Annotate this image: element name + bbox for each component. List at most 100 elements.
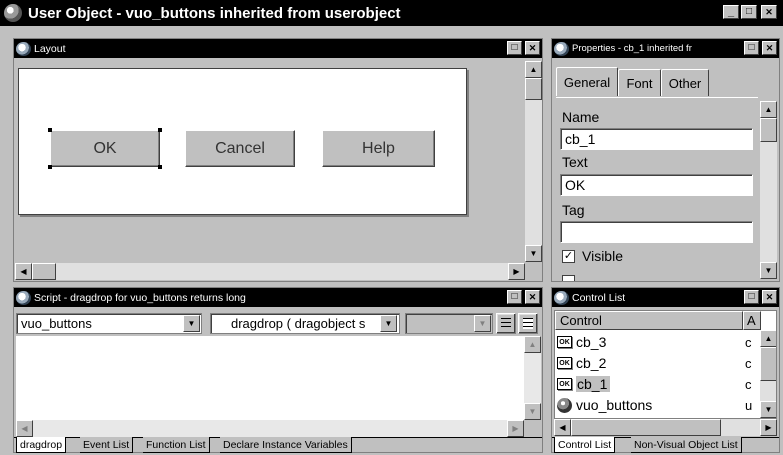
script-vertical-scrollbar[interactable]: ▲ ▼: [524, 336, 541, 420]
properties-vertical-scrollbar[interactable]: ▲ ▼: [760, 101, 777, 279]
scroll-down-arrow-icon[interactable]: ▼: [760, 401, 776, 418]
control-list-pane-icon: [554, 290, 569, 305]
control-list-title: Control List: [572, 291, 626, 304]
cancel-button[interactable]: Cancel: [185, 130, 295, 167]
scroll-thumb[interactable]: [32, 263, 56, 280]
list-item[interactable]: vuo_buttons u: [557, 395, 761, 415]
layout-title-bar: Layout □ ✕: [14, 39, 542, 58]
tab-control-list[interactable]: Control List: [554, 437, 616, 453]
scroll-up-arrow-icon[interactable]: ▲: [525, 61, 542, 78]
script-horizontal-scrollbar[interactable]: ◀ ▶: [16, 420, 524, 437]
scroll-thumb[interactable]: [571, 419, 721, 436]
tab-non-visual-object-list[interactable]: Non-Visual Object List: [631, 437, 742, 453]
visible-label: Visible: [582, 248, 623, 264]
paste-list-icon[interactable]: [496, 313, 516, 334]
event-select-chevron-down-icon[interactable]: ▼: [380, 315, 397, 332]
visible-checkbox[interactable]: ✓: [562, 250, 575, 263]
ok-button-icon: OK: [557, 378, 572, 390]
tag-label: Tag: [562, 202, 585, 218]
scroll-down-arrow-icon: ▼: [524, 403, 541, 420]
object-select[interactable]: vuo_buttons: [16, 313, 202, 334]
script-close-button[interactable]: ✕: [525, 290, 540, 304]
script-tab-strip: dragdrop Event List Function List Declar…: [14, 437, 542, 453]
ok-button-icon: OK: [557, 357, 572, 369]
app-icon: [4, 4, 22, 22]
tag-field[interactable]: [560, 221, 753, 243]
scroll-up-arrow-icon[interactable]: ▲: [760, 101, 777, 118]
control-list-horizontal-scrollbar[interactable]: ◀ ▶: [554, 419, 777, 436]
event-select[interactable]: dragdrop ( dragobject s: [210, 313, 400, 334]
layout-close-button[interactable]: ✕: [525, 41, 540, 55]
column-header-control[interactable]: Control: [555, 311, 743, 330]
minimize-button[interactable]: _: [723, 5, 739, 19]
text-field[interactable]: OK: [560, 174, 753, 196]
ok-button-icon: OK: [557, 336, 572, 348]
list-item[interactable]: OK cb_2 c: [557, 353, 761, 373]
tab-declare-instance-variables[interactable]: Declare Instance Variables: [220, 437, 352, 453]
scroll-down-arrow-icon[interactable]: ▼: [525, 245, 542, 262]
ok-button[interactable]: OK: [50, 130, 160, 167]
script-pane-icon: [16, 290, 31, 305]
scroll-left-arrow-icon: ◀: [16, 420, 33, 437]
close-button[interactable]: ✕: [761, 5, 777, 19]
name-label: Name: [562, 109, 600, 125]
tab-event-list[interactable]: Event List: [80, 437, 134, 453]
maximize-button[interactable]: □: [741, 5, 757, 19]
layout-vertical-scrollbar[interactable]: ▲ ▼: [525, 61, 542, 262]
scroll-thumb[interactable]: [760, 347, 776, 381]
properties-close-button[interactable]: ✕: [762, 41, 777, 55]
scroll-up-arrow-icon[interactable]: ▲: [760, 330, 776, 347]
selection-handle[interactable]: [158, 128, 162, 132]
scroll-left-arrow-icon[interactable]: ◀: [15, 263, 32, 280]
properties-pane: Properties - cb_1 inherited fr □ ✕ Gener…: [551, 38, 780, 282]
control-list-pane: Control List □ ✕ Control A OK cb_3 c OK …: [551, 287, 780, 453]
layout-horizontal-scrollbar[interactable]: ◀ ▶: [15, 263, 525, 280]
tab-font[interactable]: Font: [618, 69, 661, 96]
scroll-left-arrow-icon[interactable]: ◀: [554, 419, 571, 436]
tab-function-list[interactable]: Function List: [143, 437, 210, 453]
selection-handle[interactable]: [158, 165, 162, 169]
selection-handle[interactable]: [48, 165, 52, 169]
column-header-a[interactable]: A: [743, 311, 761, 330]
help-button[interactable]: Help: [322, 130, 435, 167]
layout-pane: Layout □ ✕ OK Cancel Help ▲ ▼ ◀ ▶: [13, 38, 543, 282]
scroll-right-arrow-icon[interactable]: ▶: [508, 263, 525, 280]
layout-title: Layout: [34, 42, 66, 55]
tab-other[interactable]: Other: [661, 69, 709, 96]
scroll-thumb[interactable]: [525, 78, 542, 100]
script-editor[interactable]: [16, 336, 524, 420]
layout-maximize-button[interactable]: □: [507, 41, 522, 55]
name-field[interactable]: cb_1: [560, 128, 753, 150]
ancestor-select-chevron-down-icon: ▼: [474, 315, 491, 332]
properties-title-bar: Properties - cb_1 inherited fr □ ✕: [552, 39, 779, 58]
scroll-right-arrow-icon[interactable]: ▶: [760, 419, 777, 436]
user-object-icon: [557, 397, 572, 413]
tab-dragdrop[interactable]: dragdrop: [16, 437, 67, 453]
scroll-down-arrow-icon[interactable]: ▼: [760, 262, 777, 279]
control-list-vertical-scrollbar[interactable]: ▲ ▼: [760, 330, 776, 418]
list-item[interactable]: OK cb_3 c: [557, 332, 761, 352]
properties-title: Properties - cb_1 inherited fr: [572, 43, 692, 54]
object-select-chevron-down-icon[interactable]: ▼: [183, 315, 200, 332]
scroll-up-arrow-icon: ▲: [524, 336, 541, 353]
script-maximize-button[interactable]: □: [507, 290, 522, 304]
selection-handle[interactable]: [48, 128, 52, 132]
script-pane: Script - dragdrop for vuo_buttons return…: [13, 287, 543, 453]
control-list-tab-strip: Control List Non-Visual Object List: [552, 437, 779, 453]
control-list-title-bar: Control List □ ✕: [552, 288, 779, 307]
control-list-close-button[interactable]: ✕: [762, 290, 777, 304]
properties-pane-icon: [554, 41, 569, 56]
list-item-selected[interactable]: OK cb_1 c: [557, 374, 761, 394]
tab-general[interactable]: General: [556, 67, 618, 96]
script-title-bar: Script - dragdrop for vuo_buttons return…: [14, 288, 542, 307]
enabled-checkbox-partial[interactable]: [562, 275, 575, 281]
script-title: Script - dragdrop for vuo_buttons return…: [34, 291, 246, 304]
script-view-icon[interactable]: [518, 313, 538, 334]
layout-pane-icon: [16, 41, 31, 56]
text-label: Text: [562, 154, 588, 170]
control-list-maximize-button[interactable]: □: [744, 290, 759, 304]
control-list-box[interactable]: Control A OK cb_3 c OK cb_2 c OK cb_1 c …: [554, 310, 777, 419]
scroll-right-arrow-icon: ▶: [507, 420, 524, 437]
scroll-thumb[interactable]: [760, 118, 777, 142]
properties-maximize-button[interactable]: □: [744, 41, 759, 55]
